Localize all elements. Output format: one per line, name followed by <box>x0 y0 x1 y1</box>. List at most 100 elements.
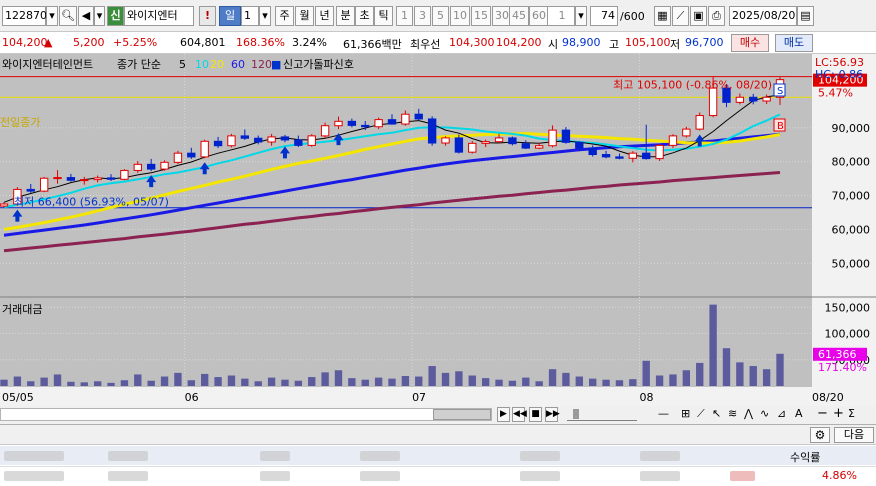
return-rate-value: 4.86% <box>822 469 857 482</box>
volume-bar <box>281 379 289 386</box>
volume-tick-label: 100,000 <box>825 328 871 341</box>
chart-area[interactable]: 90,000 80,000 70,000 60,000 50,000 150,000 100… <box>0 54 876 406</box>
candle-body <box>441 137 450 144</box>
legend-ma20: 20 <box>210 58 224 71</box>
interval-button[interactable]: 3 <box>414 6 431 26</box>
candle-body <box>173 152 183 163</box>
play-button[interactable]: ▶ <box>497 407 510 422</box>
volume-bar <box>0 379 8 386</box>
stock-code-input[interactable]: 122870 <box>2 6 47 26</box>
view-count-input[interactable]: 74 <box>590 6 618 26</box>
volume-bar <box>415 376 423 386</box>
speaker-button[interactable]: ◀ <box>78 6 94 26</box>
period-count-dropdown[interactable]: ▾ <box>259 6 271 26</box>
candle-body <box>133 163 142 171</box>
period-year-button[interactable]: 년 <box>315 6 334 26</box>
current-percent-label: 5.47% <box>818 87 853 100</box>
text-tool-icon[interactable]: A <box>795 407 803 420</box>
stock-chart[interactable]: 90,00080,00070,00060,00050,000150,000100… <box>0 54 876 406</box>
volume-bar <box>602 379 610 386</box>
candle-body <box>294 139 303 146</box>
notice-button[interactable]: ! <box>199 6 216 26</box>
sell-button[interactable]: 매도 <box>775 34 813 52</box>
interval-button[interactable]: 15 <box>471 6 491 26</box>
reset-view-icon[interactable]: Σ <box>848 407 855 420</box>
candle-body <box>93 177 102 181</box>
search-button[interactable]: 🔍︎ <box>59 6 77 26</box>
interval-select[interactable]: 1 <box>547 6 575 26</box>
drawing-tool-button[interactable]: ⟋ <box>672 6 689 26</box>
period-month-button[interactable]: 월 <box>295 6 314 26</box>
candle-body <box>240 135 250 139</box>
high-label: 고 <box>609 38 620 51</box>
interval-button[interactable]: 1 <box>396 6 413 26</box>
fibonacci-icon[interactable]: ≋ <box>728 407 737 420</box>
date-input[interactable]: 2025/08/20 <box>729 6 797 26</box>
volume-bar <box>468 375 476 386</box>
best-bid-price: 104,200 <box>496 36 542 49</box>
blurred-data-cell <box>4 471 64 481</box>
legend-price-type: 종가 단순 <box>117 58 161 71</box>
forward-icon: ▶▶ <box>546 409 560 419</box>
print-button[interactable]: ⎙ <box>708 6 725 26</box>
save-button[interactable]: ▣ <box>690 6 707 26</box>
horizontal-scrollbar[interactable] <box>0 408 492 421</box>
dash-icon[interactable]: — <box>658 407 669 420</box>
wave-icon[interactable]: ∿ <box>760 407 769 420</box>
scrollbar-thumb[interactable] <box>433 409 491 420</box>
candle-body <box>682 128 691 137</box>
volume-bar <box>201 373 209 386</box>
code-dropdown-button[interactable]: ▾ <box>46 6 58 26</box>
stop-icon: ■ <box>531 409 540 419</box>
chart-settings-button[interactable]: ▦ <box>654 6 671 26</box>
period-second-button[interactable]: 초 <box>355 6 374 26</box>
zoom-in-icon[interactable]: + <box>833 406 844 421</box>
buy-signal-text: B <box>777 121 784 132</box>
line-tool-icon: ⟋ <box>676 9 685 22</box>
rewind-button[interactable]: ◀◀ <box>512 407 527 422</box>
print-icon: ⎙ <box>712 9 721 22</box>
gear-icon: ⚙ <box>814 428 826 442</box>
zoom-slider-handle[interactable] <box>573 409 579 419</box>
stop-button[interactable]: ■ <box>529 407 542 422</box>
quote-bar: 104,200 ▲ 5,200 +5.25% 604,801 168.36% 3… <box>0 32 876 54</box>
period-minute-button[interactable]: 분 <box>336 6 355 26</box>
grid-toolbar <box>0 425 876 445</box>
next-button[interactable]: 다음 <box>834 427 874 443</box>
calendar-button[interactable]: ▤ <box>797 6 814 26</box>
period-count-input[interactable]: 1 <box>241 6 259 26</box>
candle-body <box>26 188 35 192</box>
interval-button[interactable]: 5 <box>432 6 449 26</box>
crosshair-icon[interactable]: ⊞ <box>681 407 690 420</box>
period-tick-button[interactable]: 틱 <box>374 6 393 26</box>
period-week-button[interactable]: 주 <box>275 6 294 26</box>
shape-icon[interactable]: ⊿ <box>777 407 786 420</box>
period-day-button[interactable]: 일 <box>219 6 241 26</box>
volume-bar <box>548 369 557 386</box>
price-tick-label: 60,000 <box>832 223 871 236</box>
speaker-dropdown-button[interactable]: ▾ <box>94 6 105 26</box>
buy-button[interactable]: 매수 <box>731 34 769 52</box>
interval-button[interactable]: 10 <box>450 6 470 26</box>
zoom-out-icon[interactable]: − <box>817 406 828 421</box>
grid-settings-button[interactable]: ⚙ <box>810 427 830 443</box>
volume-bar <box>535 381 543 386</box>
volume-bar <box>93 381 102 386</box>
volume-bar <box>388 378 396 386</box>
interval-button[interactable]: 60 <box>529 6 549 26</box>
arrow-tool-icon[interactable]: ↖ <box>712 407 721 420</box>
candle-body <box>254 137 263 143</box>
interval-button[interactable]: 45 <box>509 6 529 26</box>
stock-name-field[interactable]: 와이지엔터 <box>124 6 194 26</box>
current-price: 104,200 <box>2 36 48 49</box>
interval-dropdown[interactable]: ▾ <box>575 6 587 26</box>
toolbar: 122870 ▾ 🔍︎ ◀ ▾ 신 와이지엔터 ! 일 1 ▾ 주 월 년 분 … <box>0 0 876 32</box>
pattern-icon[interactable]: ⋀ <box>744 407 753 420</box>
volume-title: 거래대금 <box>2 303 42 316</box>
trendline-icon[interactable]: ⟋ <box>697 407 705 421</box>
volume-bar <box>227 375 236 386</box>
volume-bar <box>80 382 88 386</box>
candle-body <box>575 141 584 149</box>
speaker-icon: ◀ <box>81 9 91 22</box>
forward-button[interactable]: ▶▶ <box>545 407 560 422</box>
